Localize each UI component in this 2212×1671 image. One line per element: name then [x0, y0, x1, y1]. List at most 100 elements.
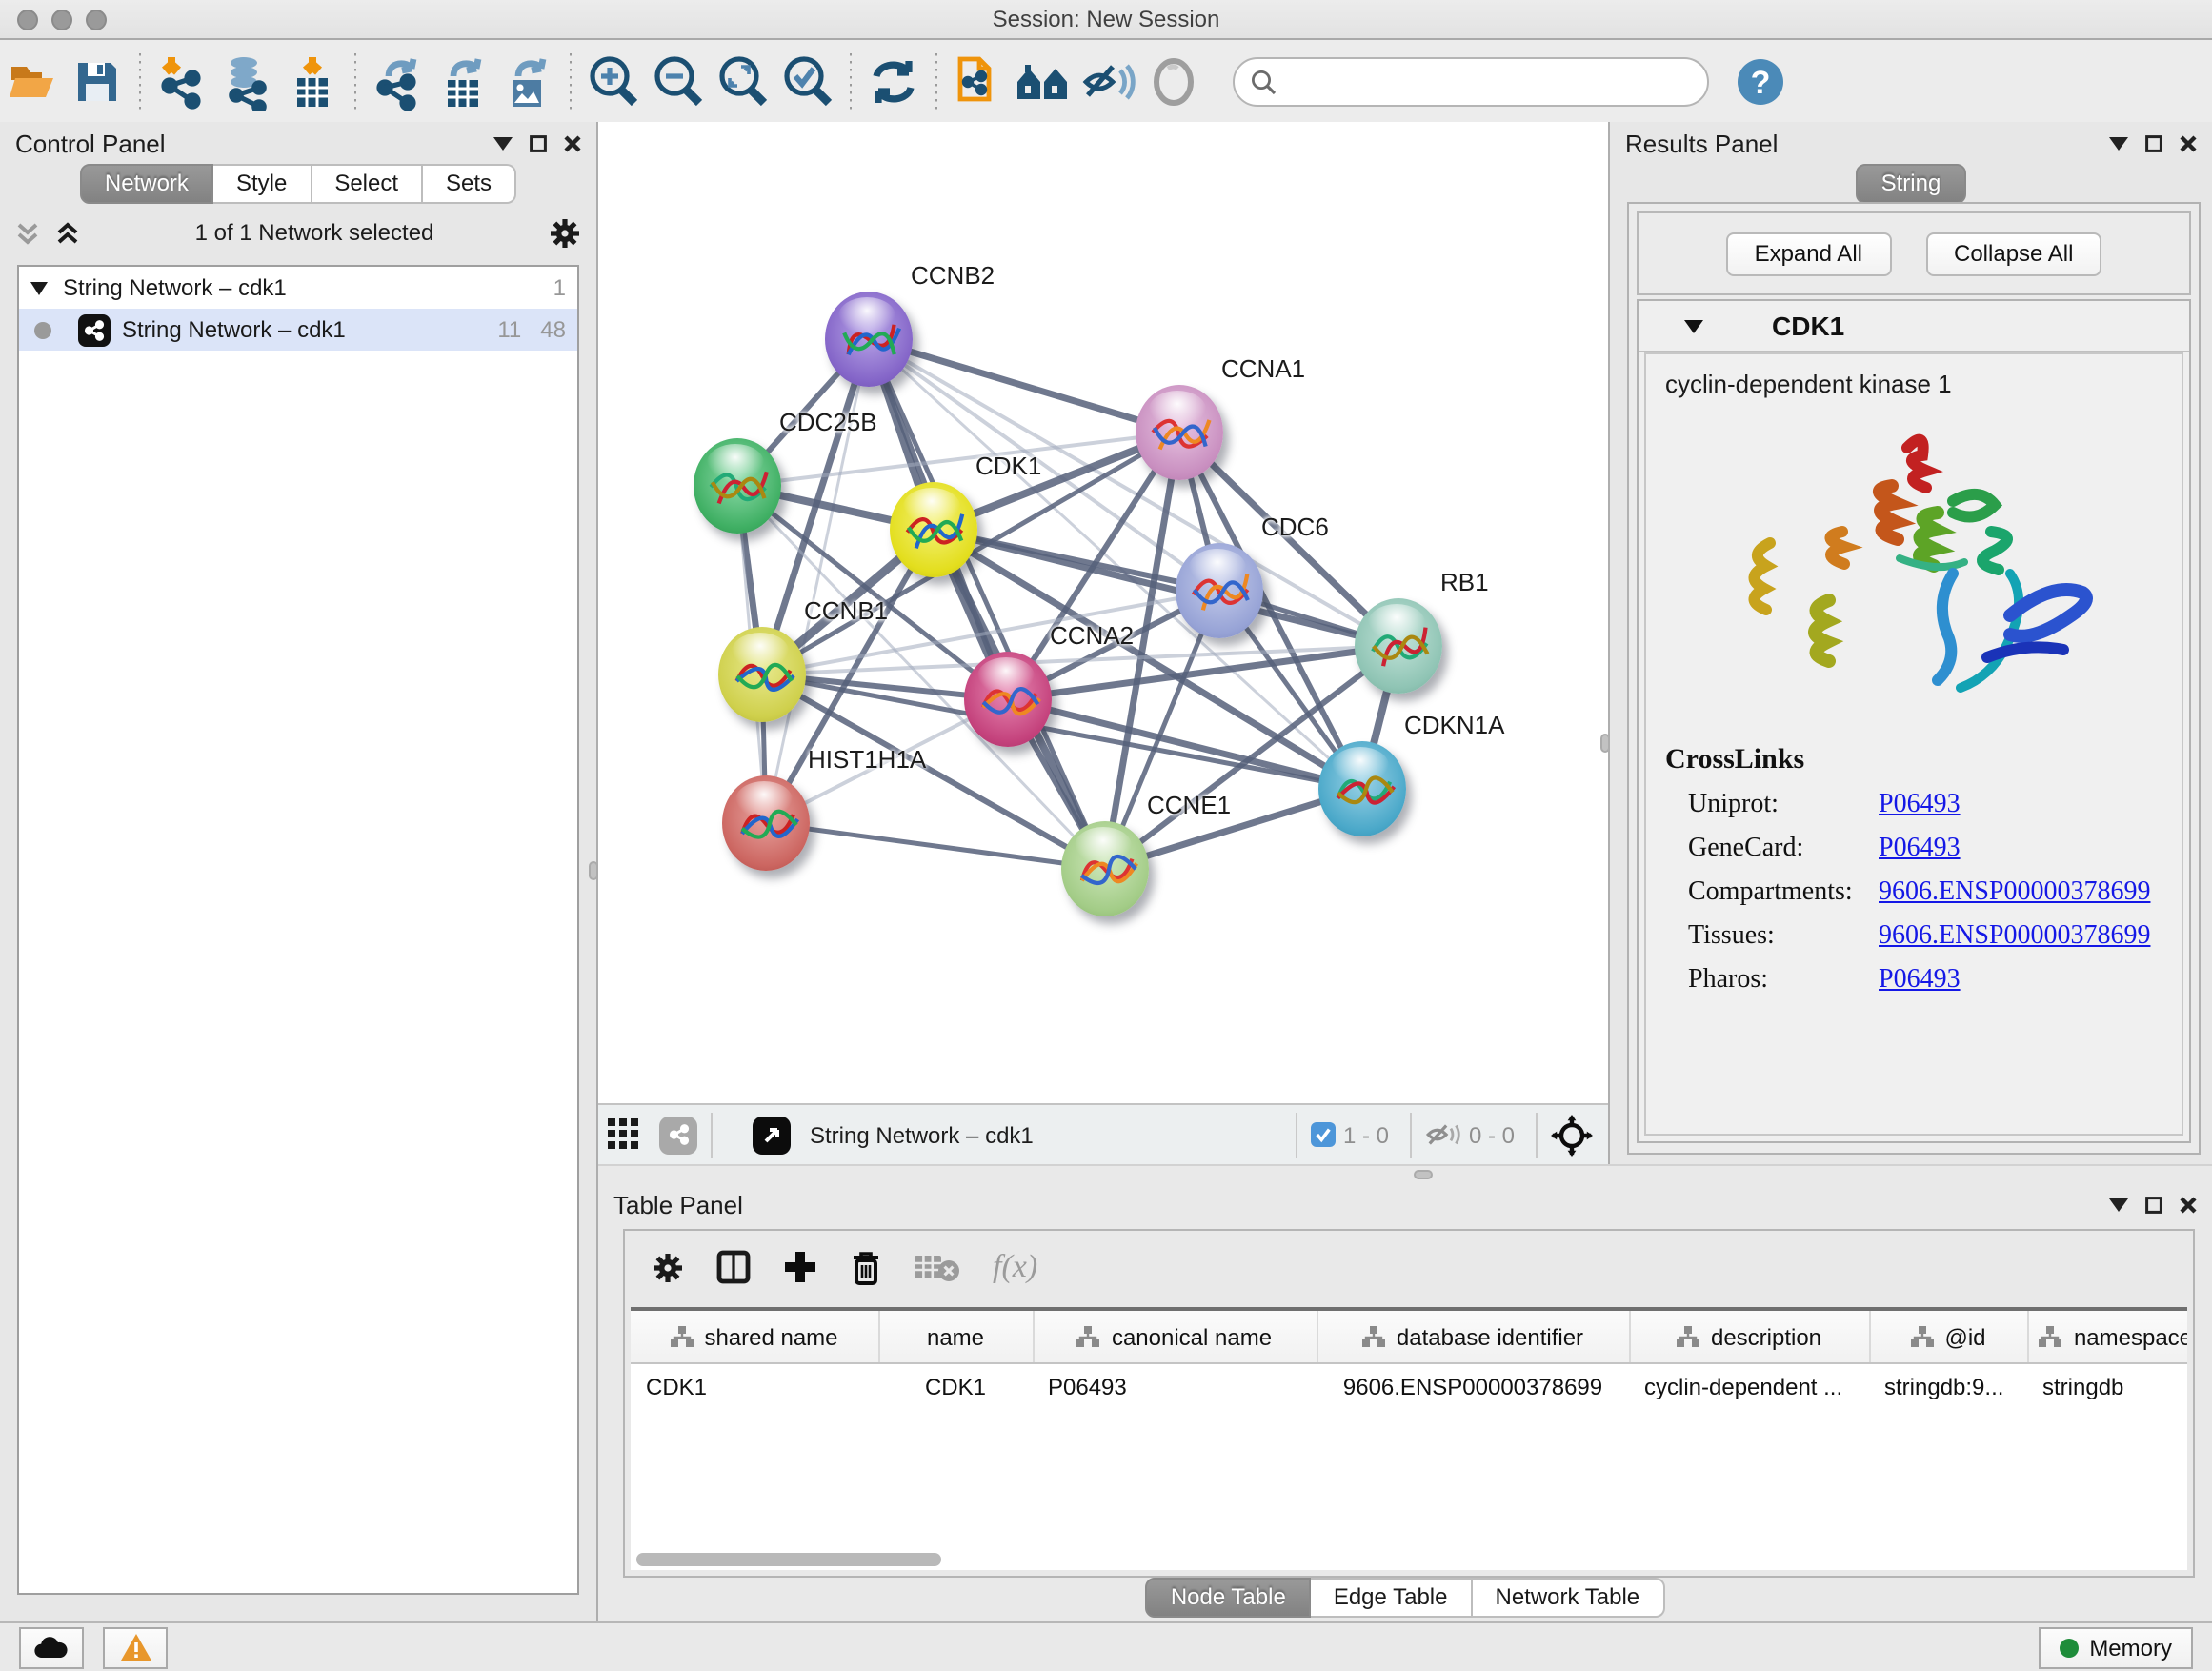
tab-edge-table[interactable]: Edge Table — [1311, 1577, 1473, 1617]
column-header-description[interactable]: description — [1629, 1311, 1869, 1363]
open-external-icon[interactable] — [753, 1116, 791, 1154]
node-HIST1H1A[interactable] — [722, 775, 810, 871]
tab-network[interactable]: Network — [80, 164, 213, 204]
table-cell[interactable]: CDK1 — [631, 1363, 878, 1410]
control-panel-tabs: NetworkStyleSelectSets — [0, 164, 596, 204]
crosslink-link[interactable]: P06493 — [1879, 835, 1961, 865]
tab-select[interactable]: Select — [312, 164, 423, 204]
delete-column-icon[interactable] — [850, 1249, 882, 1285]
maximize-panel-icon[interactable] — [2145, 1196, 2162, 1213]
table-cell[interactable]: P06493 — [1033, 1363, 1317, 1410]
collapse-all-button[interactable]: Collapse All — [1925, 232, 2101, 275]
expand-all-networks-icon[interactable] — [55, 220, 80, 245]
zoom-in-icon[interactable] — [581, 49, 646, 113]
column-header-databaseidentifier[interactable]: database identifier — [1317, 1311, 1629, 1363]
column-type-icon — [1910, 1326, 1933, 1347]
table-cell[interactable]: CDK1 — [878, 1363, 1033, 1410]
table-cell[interactable]: cyclin-dependent ... — [1629, 1363, 1869, 1410]
table-row[interactable]: CDK1CDK1P064939606.ENSP00000378699cyclin… — [631, 1363, 2187, 1410]
collapse-all-networks-icon[interactable] — [15, 220, 40, 245]
network-collection-row[interactable]: String Network – cdk1 1 — [19, 267, 577, 309]
tab-network-table[interactable]: Network Table — [1473, 1577, 1665, 1617]
zoom-selected-icon[interactable] — [775, 49, 840, 113]
hide-selected-icon[interactable] — [1076, 49, 1141, 113]
string-network-badge-icon[interactable] — [659, 1116, 697, 1154]
cloud-button[interactable] — [19, 1626, 84, 1668]
node-table[interactable]: shared namenamecanonical namedatabase id… — [631, 1307, 2187, 1570]
search-input[interactable] — [1286, 66, 1692, 96]
share-document-icon[interactable] — [947, 49, 1012, 113]
float-panel-icon[interactable] — [2109, 136, 2128, 150]
import-network-database-icon[interactable] — [215, 49, 280, 113]
horizontal-scrollbar[interactable] — [636, 1553, 941, 1566]
tab-style[interactable]: Style — [213, 164, 312, 204]
column-header-canonicalname[interactable]: canonical name — [1033, 1311, 1317, 1363]
zoom-fit-icon[interactable] — [711, 49, 775, 113]
node-RB1[interactable] — [1355, 598, 1442, 694]
tab-string[interactable]: String — [1857, 164, 1966, 204]
warning-button[interactable] — [103, 1626, 168, 1668]
network-canvas[interactable]: CCNB2CCNA1CDC25BCDK1CDC6RB1CCNB1CCNA2CDK… — [598, 122, 1608, 1103]
node-CCNB2[interactable] — [825, 292, 913, 387]
export-network-icon[interactable] — [366, 49, 431, 113]
pan-crosshair-icon[interactable] — [1551, 1114, 1593, 1156]
tab-node-table[interactable]: Node Table — [1146, 1577, 1311, 1617]
highlight-icon[interactable] — [1141, 49, 1206, 113]
node-CDC6[interactable] — [1176, 543, 1263, 638]
table-header-row[interactable]: shared namenamecanonical namedatabase id… — [631, 1311, 2187, 1363]
table-cell[interactable]: stringdb:9... — [1869, 1363, 2027, 1410]
maximize-panel-icon[interactable] — [530, 134, 547, 151]
column-header-name[interactable]: name — [878, 1311, 1033, 1363]
edge-CCNB2-CCNA1[interactable] — [869, 339, 1179, 433]
left-splitter-handle[interactable] — [589, 861, 598, 880]
section-collapse-arrow-icon[interactable] — [1684, 319, 1703, 332]
close-panel-icon[interactable] — [2180, 134, 2197, 151]
import-network-file-icon[interactable] — [151, 49, 215, 113]
node-CDC25B[interactable] — [694, 438, 781, 534]
save-session-icon[interactable] — [65, 49, 130, 113]
import-table-file-icon[interactable] — [280, 49, 345, 113]
create-column-icon[interactable] — [783, 1250, 817, 1284]
search-field[interactable] — [1233, 56, 1709, 106]
node-section-header[interactable]: CDK1 — [1639, 301, 2189, 352]
birds-eye-view-icon[interactable] — [598, 1102, 648, 1167]
crosslink-link[interactable]: 9606.ENSP00000378699 — [1879, 878, 2150, 909]
selected-nodes-checkbox-icon[interactable] — [1311, 1122, 1336, 1147]
table-cell[interactable]: stringdb — [2027, 1363, 2187, 1410]
float-panel-icon[interactable] — [493, 136, 513, 150]
crosslink-link[interactable]: P06493 — [1879, 791, 1961, 821]
column-header-namespace[interactable]: namespace — [2027, 1311, 2187, 1363]
table-cell[interactable]: 9606.ENSP00000378699 — [1317, 1363, 1629, 1410]
export-image-icon[interactable] — [495, 49, 560, 113]
string-home-icon[interactable] — [1012, 49, 1076, 113]
export-table-icon[interactable] — [431, 49, 495, 113]
node-CCNA2[interactable] — [964, 652, 1052, 747]
maximize-panel-icon[interactable] — [2145, 134, 2162, 151]
close-panel-icon[interactable] — [564, 134, 581, 151]
collection-expand-arrow-icon[interactable] — [30, 281, 48, 294]
node-CCNE1[interactable] — [1061, 821, 1149, 916]
horizontal-splitter[interactable] — [598, 1164, 2212, 1181]
help-icon[interactable]: ? — [1728, 49, 1793, 113]
close-panel-icon[interactable] — [2180, 1196, 2197, 1213]
open-session-icon[interactable] — [0, 49, 65, 113]
network-row[interactable]: String Network – cdk1 11 48 — [19, 309, 577, 351]
column-header-id[interactable]: @id — [1869, 1311, 2027, 1363]
edge-HIST1H1A-CCNE1[interactable] — [766, 823, 1105, 869]
memory-button[interactable]: Memory — [2038, 1626, 2193, 1668]
show-columns-icon[interactable] — [716, 1250, 751, 1284]
tab-sets[interactable]: Sets — [423, 164, 516, 204]
zoom-out-icon[interactable] — [646, 49, 711, 113]
table-settings-gear-icon[interactable] — [652, 1251, 684, 1283]
node-CDKN1A[interactable] — [1318, 741, 1406, 836]
node-CCNA1[interactable] — [1136, 385, 1223, 480]
crosslink-link[interactable]: 9606.ENSP00000378699 — [1879, 922, 2150, 953]
expand-all-button[interactable]: Expand All — [1726, 232, 1891, 275]
node-CCNB1[interactable] — [718, 627, 806, 722]
node-CDK1[interactable] — [890, 482, 977, 577]
crosslink-link[interactable]: P06493 — [1879, 966, 1961, 997]
network-options-gear-icon[interactable] — [549, 216, 581, 249]
apply-preferred-layout-icon[interactable] — [861, 49, 926, 113]
float-panel-icon[interactable] — [2109, 1198, 2128, 1211]
column-header-sharedname[interactable]: shared name — [631, 1311, 878, 1363]
